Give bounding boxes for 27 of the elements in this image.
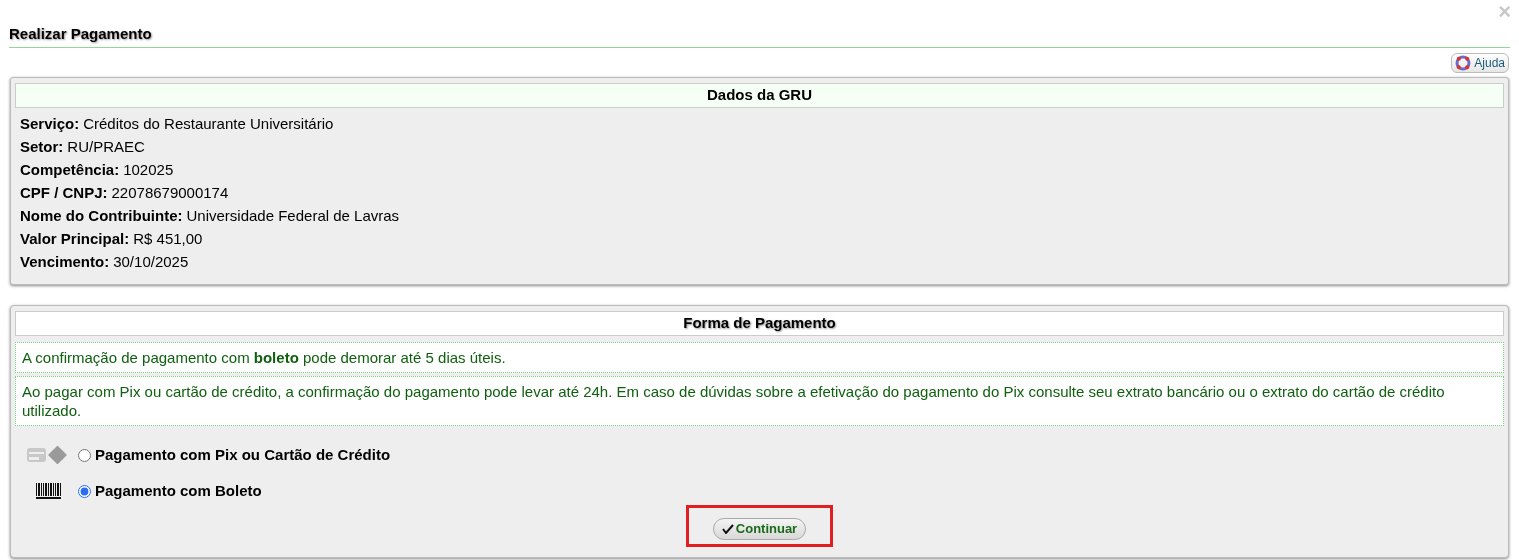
checkmark-icon [721, 524, 734, 534]
panel-title: Forma de Pagamento [683, 313, 836, 334]
field-label: Serviço: [20, 114, 80, 135]
radio-button[interactable] [78, 484, 91, 498]
panel-title: Dados da GRU [707, 85, 812, 106]
field-value: 102025 [123, 160, 174, 181]
field-label: Valor Principal: [20, 229, 130, 250]
continue-button[interactable]: Continuar [712, 518, 807, 540]
help-button[interactable]: Ajuda [1451, 53, 1509, 73]
radio-button[interactable] [78, 448, 91, 462]
field-label: Vencimento: [20, 252, 110, 273]
option-label[interactable]: Pagamento com Boleto [95, 479, 262, 503]
window-title: Realizar Pagamento [9, 25, 152, 42]
field-value: 22078679000174 [111, 183, 229, 204]
field-value: Universidade Federal de Lavras [186, 206, 400, 227]
info-message: Ao pagar com Pix ou cartão de crédito, a confirmação do pagamento pode levar até 24h. Em caso de dúvidas sobre a efetivação do pagamento do Pix consulte seu extrato bancário ou o extrato do cartão de crédito utilizado. [15, 376, 1504, 426]
field-value: 30/10/2025 [113, 252, 189, 273]
field-label: Competência: [20, 160, 120, 181]
field-value: R$ 451,00 [133, 229, 203, 250]
field-label: CPF / CNPJ: [20, 183, 108, 204]
info-message: A confirmação de pagamento com boleto pode demorar até 5 dias úteis. [15, 342, 1504, 373]
field-value: Créditos do Restaurante Universitário [83, 114, 334, 135]
lifebuoy-icon [1455, 55, 1472, 71]
field-label: Nome do Contribuinte: [20, 206, 183, 227]
field-value: RU/PRAEC [67, 137, 145, 158]
field-label: Setor: [20, 137, 64, 158]
option-label[interactable]: Pagamento com Pix ou Cartão de Crédito [95, 443, 391, 467]
